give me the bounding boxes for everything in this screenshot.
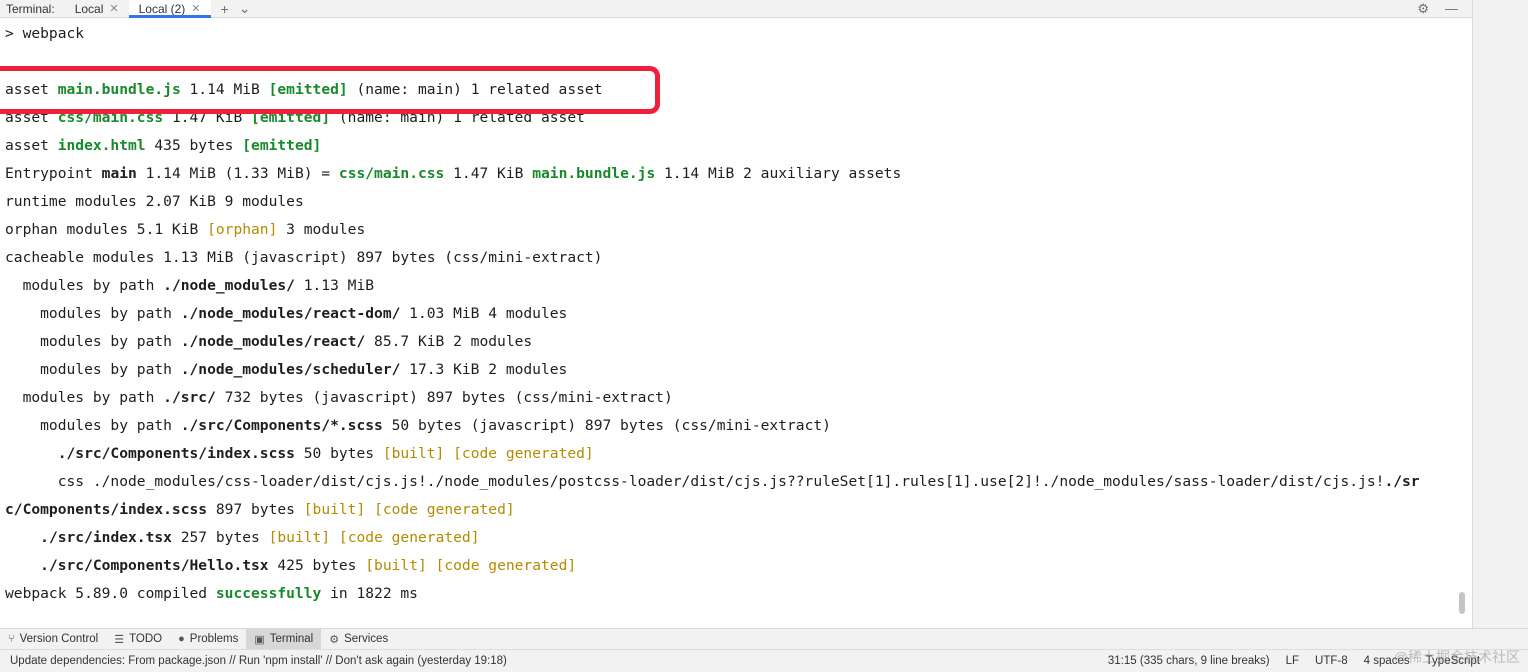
line-separator[interactable]: LF bbox=[1278, 655, 1307, 667]
terminal-line: cacheable modules 1.13 MiB (javascript) … bbox=[5, 249, 603, 266]
status-message[interactable]: Update dependencies: From package.json /… bbox=[0, 655, 1100, 667]
terminal-line: ./src/index.tsx 257 bytes [built] [code … bbox=[40, 529, 480, 546]
terminal-line: > webpack bbox=[5, 25, 85, 42]
tool-window-terminal[interactable]: ▣ Terminal bbox=[246, 629, 322, 649]
file-encoding[interactable]: UTF-8 bbox=[1307, 655, 1356, 667]
status-bar: Update dependencies: From package.json /… bbox=[0, 649, 1528, 672]
tab-local-2[interactable]: Local (2) ✕ bbox=[128, 0, 211, 18]
plus-icon[interactable]: + bbox=[221, 1, 229, 17]
tool-window-bar: ⑂ Version Control ☰ TODO ● Problems ▣ Te… bbox=[0, 628, 1528, 649]
tab-local[interactable]: Local ✕ bbox=[65, 0, 129, 17]
gear-icon[interactable]: ⚙ bbox=[1417, 1, 1429, 17]
terminal-line: Entrypoint main 1.14 MiB (1.33 MiB) = cs… bbox=[5, 165, 902, 182]
tool-window-problems[interactable]: ● Problems bbox=[170, 629, 246, 649]
terminal-output[interactable]: > webpack asset main.bundle.js 1.14 MiB … bbox=[0, 20, 1460, 620]
watermark: @稀土掘金技术社区 bbox=[1393, 649, 1520, 665]
minimize-icon[interactable]: — bbox=[1445, 1, 1458, 16]
gear-icon: ⚙ bbox=[329, 633, 340, 646]
terminal-line: asset css/main.css 1.47 KiB [emitted] (n… bbox=[5, 109, 585, 126]
terminal-line: css ./node_modules/css-loader/dist/cjs.j… bbox=[5, 473, 1420, 490]
terminal-line: c/Components/index.scss 897 bytes [built… bbox=[5, 501, 515, 518]
terminal-line: orphan modules 5.1 KiB [orphan] 3 module… bbox=[5, 221, 366, 238]
terminal-icon: ▣ bbox=[254, 633, 265, 646]
tab-bar-actions: ⚙ — bbox=[1417, 0, 1472, 17]
tab-label: Local (2) bbox=[138, 1, 186, 16]
terminal-line: modules by path ./node_modules/react/ 85… bbox=[5, 333, 533, 350]
warning-icon: ● bbox=[178, 633, 185, 645]
terminal-line: modules by path ./node_modules/ 1.13 MiB bbox=[5, 277, 375, 294]
caret-position[interactable]: 31:15 (335 chars, 9 line breaks) bbox=[1100, 655, 1278, 667]
terminal-line: webpack 5.89.0 compiled successfully in … bbox=[5, 585, 418, 602]
right-tool-strip bbox=[1472, 0, 1528, 628]
terminal-line: asset index.html 435 bytes [emitted] bbox=[5, 137, 322, 154]
tool-window-version-control[interactable]: ⑂ Version Control bbox=[0, 629, 106, 649]
tool-window-todo[interactable]: ☰ TODO bbox=[106, 629, 170, 649]
terminal-line: ./src/Components/index.scss 50 bytes [bu… bbox=[57, 445, 594, 462]
terminal-tab-bar: Terminal: Local ✕ Local (2) ✕ + ⌄ ⚙ — bbox=[0, 0, 1472, 18]
close-icon[interactable]: ✕ bbox=[109, 2, 118, 15]
branch-icon: ⑂ bbox=[8, 633, 15, 645]
chevron-down-icon[interactable]: ⌄ bbox=[239, 0, 251, 17]
vertical-scrollbar[interactable] bbox=[1459, 592, 1465, 614]
terminal-line: modules by path ./src/Components/*.scss … bbox=[5, 417, 831, 434]
terminal-line: asset main.bundle.js 1.14 MiB [emitted] … bbox=[5, 81, 603, 98]
tool-window-services[interactable]: ⚙ Services bbox=[321, 629, 396, 649]
terminal-line: modules by path ./node_modules/react-dom… bbox=[5, 305, 568, 322]
list-icon: ☰ bbox=[114, 633, 125, 646]
tab-label: Local bbox=[74, 1, 104, 16]
terminal-line: modules by path ./src/ 732 bytes (javasc… bbox=[5, 389, 673, 406]
terminal-line: modules by path ./node_modules/scheduler… bbox=[5, 361, 568, 378]
terminal-line: runtime modules 2.07 KiB 9 modules bbox=[5, 193, 304, 210]
terminal-title: Terminal: bbox=[6, 1, 55, 16]
close-icon[interactable]: ✕ bbox=[191, 2, 200, 15]
terminal-line: ./src/Components/Hello.tsx 425 bytes [bu… bbox=[40, 557, 577, 574]
